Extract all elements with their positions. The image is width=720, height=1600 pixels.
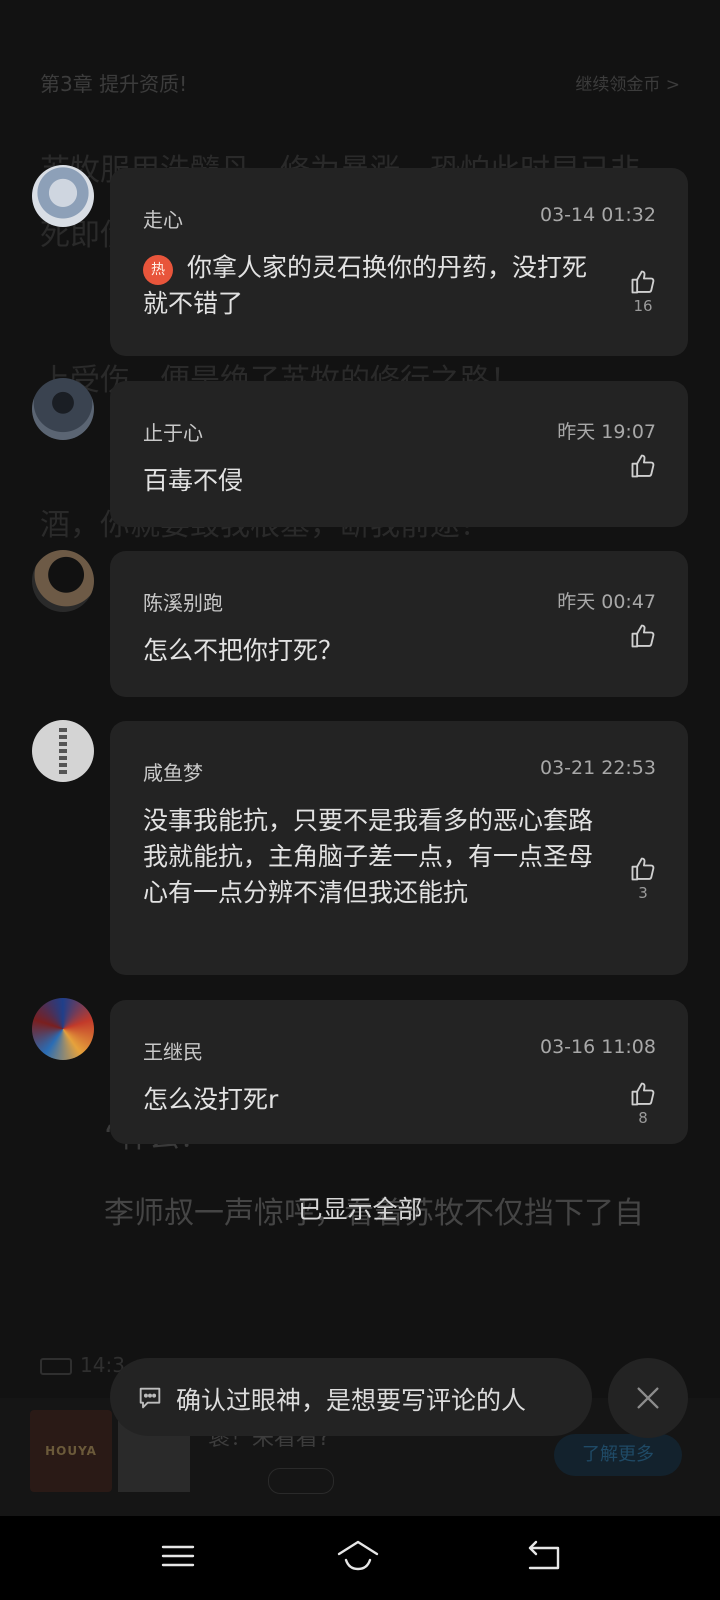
comment-time: 03-14 01:32 <box>539 204 656 226</box>
thumbs-up-icon <box>631 454 655 478</box>
comment-author[interactable]: 陈溪别跑 <box>143 587 223 616</box>
comment-card[interactable]: 王继民 03-16 11:08 怎么没打死r 8 <box>110 1000 688 1144</box>
ad-tag <box>268 1468 334 1494</box>
comment-time: 03-16 11:08 <box>539 1036 656 1058</box>
comment-input[interactable]: 确认过眼神，是想要写评论的人 <box>110 1358 592 1436</box>
avatar[interactable] <box>32 378 94 440</box>
like-count: 16 <box>633 297 653 315</box>
reader-status-bar: 14:3 <box>40 1353 125 1377</box>
comment-text: 热你拿人家的灵石换你的丹药，没打死就不错了 <box>143 250 598 322</box>
close-button[interactable] <box>608 1358 688 1438</box>
comment-author[interactable]: 止于心 <box>143 417 203 446</box>
comment-author[interactable]: 走心 <box>143 204 183 233</box>
avatar[interactable] <box>32 720 94 782</box>
comment-time: 昨天 19:07 <box>557 421 656 443</box>
ad-cta-button[interactable]: 了解更多 <box>554 1434 682 1476</box>
coin-link: 继续领金币 > <box>575 75 680 95</box>
like-button[interactable]: 16 <box>626 268 660 315</box>
thumbs-up-icon <box>631 624 655 648</box>
back-icon <box>528 1540 560 1570</box>
ad-logo: HOUYA <box>30 1410 112 1492</box>
comment-card[interactable]: 止于心 昨天 19:07 百毒不侵 <box>110 381 688 527</box>
nav-back-button[interactable] <box>526 1538 570 1578</box>
comment-text: 没事我能抗，只要不是我看多的恶心套路我就能抗，主角脑子差一点，有一点圣母心有一点… <box>143 806 594 907</box>
comment-text: 怎么没打死r <box>143 1085 279 1114</box>
comment-card[interactable]: 走心 03-14 01:32 热你拿人家的灵石换你的丹药，没打死就不错了 16 <box>110 168 688 356</box>
home-icon <box>337 1540 379 1571</box>
nav-home-button[interactable] <box>336 1538 380 1578</box>
avatar[interactable] <box>32 165 94 227</box>
comment-input-placeholder: 确认过眼神，是想要写评论的人 <box>176 1386 527 1415</box>
comment-text: 怎么不把你打死？ <box>143 636 344 665</box>
thumbs-up-icon <box>631 1082 655 1106</box>
comment-author[interactable]: 咸鱼梦 <box>143 757 203 786</box>
like-count: 3 <box>638 884 648 902</box>
comment-text: 百毒不侵 <box>143 466 244 495</box>
like-button[interactable] <box>626 622 660 651</box>
thumbs-up-icon <box>631 857 655 881</box>
chapter-bar: 第3章 提升资质! 继续领金币 > <box>40 68 680 102</box>
battery-icon <box>40 1358 72 1375</box>
menu-icon <box>161 1545 195 1567</box>
comment-time: 03-21 22:53 <box>539 757 656 779</box>
comment-card[interactable]: 陈溪别跑 昨天 00:47 怎么不把你打死？ <box>110 551 688 697</box>
like-button[interactable] <box>626 452 660 481</box>
avatar[interactable] <box>32 550 94 612</box>
system-nav-bar <box>0 1516 720 1600</box>
thumbs-up-icon <box>631 270 655 294</box>
message-icon <box>139 1387 161 1409</box>
avatar-calligraphy <box>59 728 67 774</box>
chapter-title: 第3章 提升资质! <box>40 72 188 96</box>
all-shown-label: 已显示全部 <box>297 1195 423 1224</box>
like-button[interactable]: 8 <box>626 1080 660 1127</box>
comment-card[interactable]: 咸鱼梦 03-21 22:53 没事我能抗，只要不是我看多的恶心套路我就能抗，主… <box>110 721 688 975</box>
comment-time: 昨天 00:47 <box>557 591 656 613</box>
comment-body: 你拿人家的灵石换你的丹药，没打死就不错了 <box>143 253 588 318</box>
comment-author[interactable]: 王继民 <box>143 1036 203 1065</box>
close-icon <box>637 1387 659 1409</box>
like-button[interactable]: 3 <box>626 855 660 902</box>
hot-badge-icon: 热 <box>143 255 173 285</box>
like-count: 8 <box>638 1109 648 1127</box>
nav-menu-button[interactable] <box>160 1538 204 1578</box>
ad-logo-text: HOUYA <box>45 1444 97 1458</box>
avatar[interactable] <box>32 998 94 1060</box>
